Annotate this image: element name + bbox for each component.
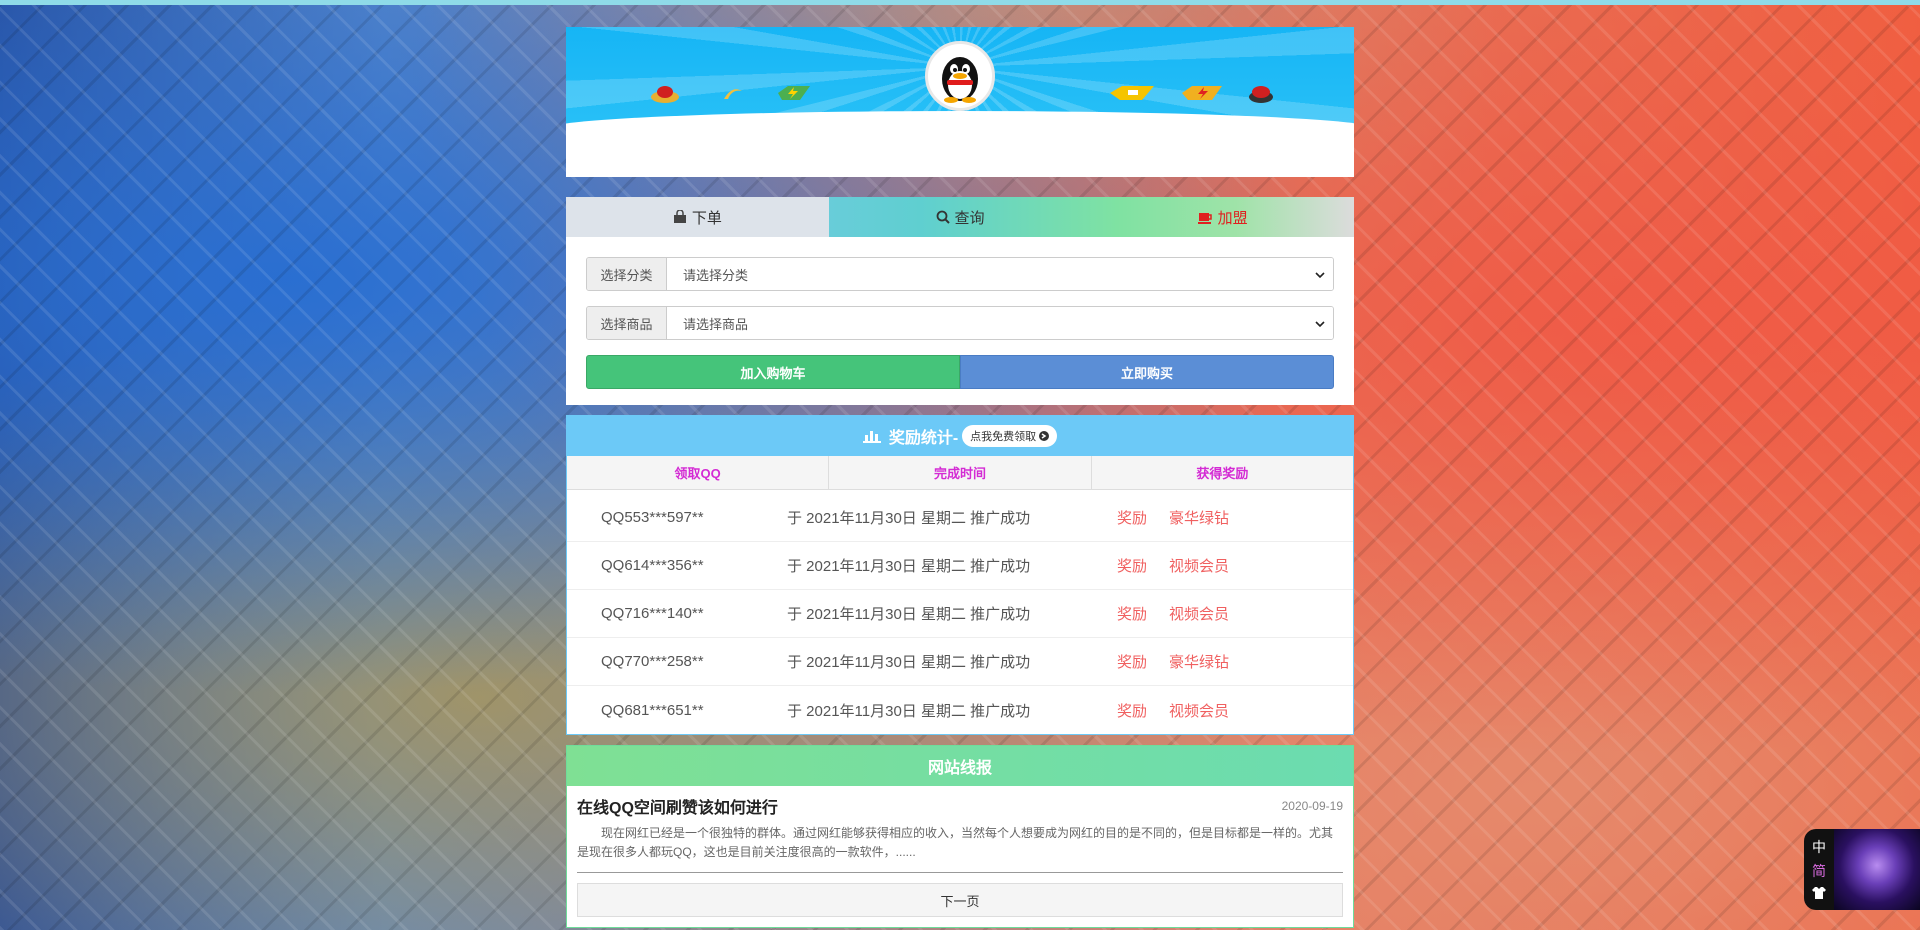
lightning-gold-icon: [1180, 85, 1224, 106]
category-select[interactable]: 请选择分类: [667, 258, 1333, 290]
product-select[interactable]: 请选择商品: [667, 307, 1333, 339]
penguin-hat-icon: [1246, 85, 1276, 108]
reward-label: 奖励: [1117, 654, 1148, 671]
row-reward: 奖励 豪华绿钻: [1117, 507, 1353, 528]
reward-stats-panel: 奖励统计- 点我免费领取 领取QQ 完成时间 获得奖励 QQ553***597*…: [566, 415, 1354, 735]
column-qq: 领取QQ: [567, 456, 830, 489]
qq-penguin-avatar: [925, 41, 995, 111]
tab-join-label: 加盟: [1217, 209, 1248, 227]
reward-table-header: 领取QQ 完成时间 获得奖励: [567, 456, 1353, 490]
ime-language-toggle[interactable]: 中: [1812, 837, 1826, 857]
reward-label: 奖励: [1117, 510, 1148, 527]
row-reward: 奖励 豪华绿钻: [1117, 651, 1353, 672]
reward-label: 奖励: [1117, 558, 1148, 575]
row-qq: QQ681***651**: [601, 701, 704, 719]
tab-order[interactable]: 下单: [566, 197, 829, 237]
row-time: 于 2021年11月30日 星期二 推广成功: [787, 702, 1031, 720]
news-article-title[interactable]: 在线QQ空间刷赞该如何进行: [577, 794, 778, 818]
row-time: 于 2021年11月30日 星期二 推广成功: [787, 510, 1031, 527]
reward-value: 豪华绿钻: [1169, 510, 1230, 527]
reward-value: 视频会员: [1169, 558, 1230, 575]
bag-icon: [673, 210, 687, 224]
buy-now-button[interactable]: 立即购买: [960, 355, 1334, 389]
row-qq: QQ716***140**: [601, 605, 704, 622]
reward-value: 视频会员: [1169, 702, 1230, 720]
category-label: 选择分类: [587, 258, 667, 290]
free-claim-label: 点我免费领取: [970, 431, 1037, 443]
chevron-down-icon: [1315, 267, 1325, 282]
next-page-button[interactable]: 下一页: [577, 883, 1343, 917]
row-reward: 奖励 视频会员: [1117, 603, 1353, 624]
order-form: 选择分类 请选择分类 选择商品 请选择商品 加入购物车 立即购买: [566, 237, 1354, 405]
news-panel: 网站线报 在线QQ空间刷赞该如何进行 2020-09-19 现在网红已经是一个很…: [566, 745, 1354, 928]
table-row: QQ553***597** 于 2021年11月30日 星期二 推广成功 奖励 豪…: [567, 494, 1353, 542]
ime-simplified-toggle[interactable]: 简: [1812, 861, 1826, 881]
cup-icon: [1197, 210, 1213, 224]
bar-chart-icon: [862, 429, 881, 443]
reward-label: 奖励: [1117, 606, 1148, 623]
column-reward: 获得奖励: [1196, 466, 1249, 481]
hat-icon: [650, 85, 680, 108]
tab-query-label: 查询: [954, 209, 985, 227]
main-column: 下单 查询 加盟 选择分类 请选择分类 选择商品 请选择商品 加入购物车 立即购…: [566, 27, 1354, 928]
row-time: 于 2021年11月30日 星期二 推广成功: [787, 654, 1031, 671]
news-body: 在线QQ空间刷赞该如何进行 2020-09-19 现在网红已经是一个很独特的群体…: [567, 786, 1353, 927]
column-time: 完成时间: [829, 456, 1092, 489]
arrow-right-icon: [1039, 431, 1050, 441]
diamond-badge-icon: [1108, 85, 1156, 106]
planet-skin-image: [1834, 829, 1920, 910]
moon-icon: [720, 85, 744, 108]
table-row: QQ716***140** 于 2021年11月30日 星期二 推广成功 奖励 视…: [567, 590, 1353, 638]
banner-snow: [566, 111, 1354, 171]
row-time: 于 2021年11月30日 星期二 推广成功: [787, 606, 1031, 623]
tab-query[interactable]: 查询: [829, 197, 1092, 237]
product-label: 选择商品: [587, 307, 667, 339]
lightning-badge-icon: [776, 85, 812, 106]
reward-value: 豪华绿钻: [1169, 654, 1230, 671]
qq-banner: [566, 27, 1354, 177]
category-select-group: 选择分类 请选择分类: [586, 257, 1334, 291]
table-row: QQ681***651** 于 2021年11月30日 星期二 推广成功 奖励 视…: [567, 686, 1353, 734]
reward-stats-header: 奖励统计- 点我免费领取: [567, 416, 1353, 456]
row-qq: QQ553***597**: [601, 509, 704, 526]
news-title-row: 在线QQ空间刷赞该如何进行 2020-09-19: [577, 794, 1343, 818]
top-accent-line: [0, 0, 1920, 5]
reward-value: 视频会员: [1169, 606, 1230, 623]
reward-table-body: QQ553***597** 于 2021年11月30日 星期二 推广成功 奖励豪…: [567, 490, 1353, 734]
table-row: QQ770***258** 于 2021年11月30日 星期二 推广成功 奖励 豪…: [567, 638, 1353, 686]
row-qq: QQ770***258**: [601, 653, 704, 670]
reward-label: 奖励: [1117, 702, 1148, 720]
tab-bar: 下单 查询 加盟: [566, 197, 1354, 237]
ime-widget[interactable]: 中 简: [1804, 829, 1920, 910]
row-qq: QQ614***356**: [601, 557, 704, 574]
reward-stats-title: 奖励统计-: [888, 430, 959, 447]
news-excerpt: 现在网红已经是一个很独特的群体。通过网红能够获得相应的收入，当然每个人想要成为网…: [577, 824, 1343, 873]
category-select-value: 请选择分类: [683, 267, 749, 283]
row-reward: 奖励 视频会员: [1117, 700, 1353, 721]
product-select-value: 请选择商品: [683, 316, 749, 332]
product-select-group: 选择商品 请选择商品: [586, 306, 1334, 340]
row-time: 于 2021年11月30日 星期二 推广成功: [787, 558, 1031, 575]
table-row: QQ614***356** 于 2021年11月30日 星期二 推广成功 奖励 视…: [567, 542, 1353, 590]
news-date: 2020-09-19: [1281, 799, 1343, 813]
tab-join[interactable]: 加盟: [1091, 197, 1354, 237]
search-icon: [936, 210, 950, 224]
row-reward: 奖励 视频会员: [1117, 555, 1353, 576]
shirt-icon[interactable]: [1812, 886, 1826, 902]
tab-order-label: 下单: [691, 209, 722, 227]
order-panel: 下单 查询 加盟 选择分类 请选择分类 选择商品 请选择商品 加入购物车 立即购…: [566, 197, 1354, 405]
chevron-down-icon: [1315, 316, 1325, 331]
add-to-cart-button[interactable]: 加入购物车: [586, 355, 960, 389]
news-header: 网站线报: [567, 746, 1353, 786]
action-buttons: 加入购物车 立即购买: [586, 355, 1334, 389]
ime-widget-controls: 中 简: [1804, 829, 1834, 910]
free-claim-button[interactable]: 点我免费领取: [962, 425, 1058, 447]
